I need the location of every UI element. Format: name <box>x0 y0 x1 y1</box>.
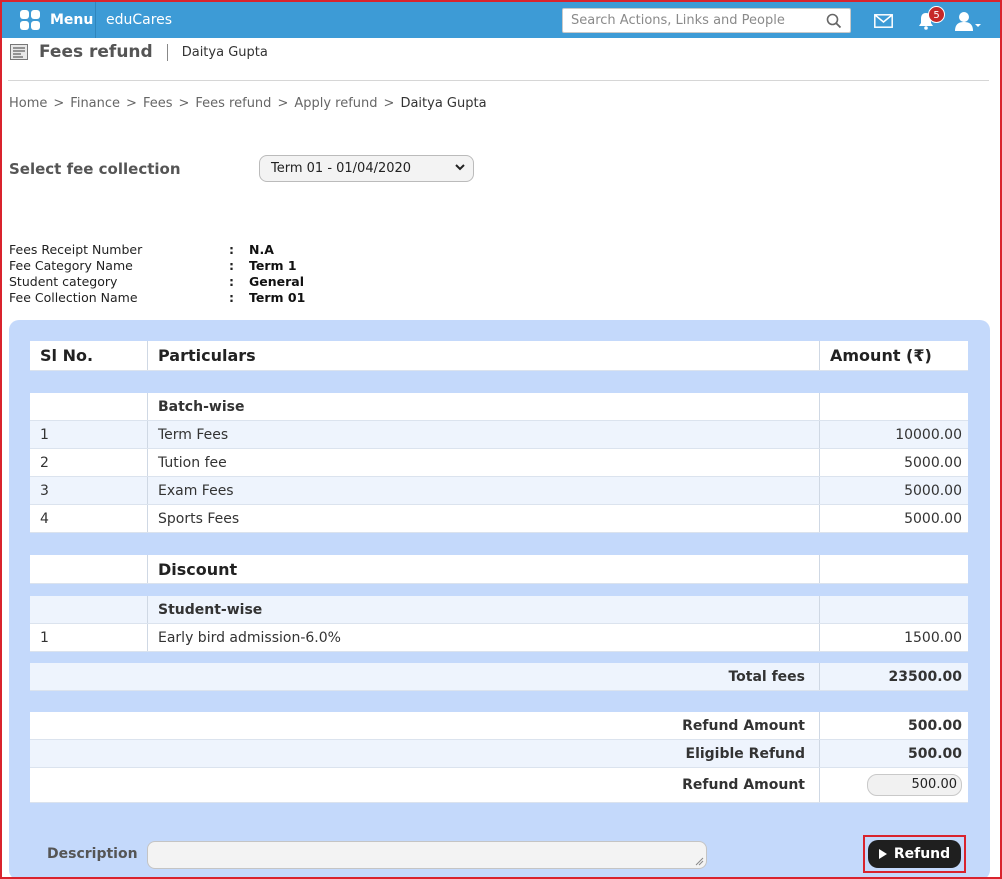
top-navigation-bar: Menu eduCares 5 <box>2 2 1000 38</box>
info-row: Fees Receipt Number: N.A <box>9 241 274 257</box>
breadcrumb: Home > Finance > Fees > Fees refund > Apply refu… <box>9 96 487 111</box>
search-input[interactable] <box>563 9 818 32</box>
page-subtitle: Daitya Gupta <box>181 44 268 60</box>
grid-menu-icon <box>20 10 40 30</box>
search-icon[interactable] <box>826 13 842 29</box>
breadcrumb-fees[interactable]: Fees <box>143 96 173 111</box>
col-header-particulars: Particulars <box>148 341 820 370</box>
row-sl-no: 1 <box>30 624 148 651</box>
breadcrumb-home[interactable]: Home <box>9 96 47 111</box>
fee-collection-select[interactable]: Term 01 - 01/04/2020 <box>259 155 474 182</box>
mail-icon[interactable] <box>874 14 893 28</box>
info-row: Fee Category Name: Term 1 <box>9 257 297 273</box>
menu-label: Menu <box>50 12 94 28</box>
page-title: Fees refund <box>39 42 153 62</box>
search-box[interactable] <box>562 8 851 33</box>
user-icon[interactable] <box>955 11 981 31</box>
refund-amount-label: Refund Amount <box>30 712 820 739</box>
table-header-row: Sl No. Particulars Amount (₹) <box>30 341 968 371</box>
info-label: Student category <box>9 273 118 289</box>
eligible-refund-value: 500.00 <box>907 745 962 762</box>
info-row: Fee Collection Name: Term 01 <box>9 289 306 305</box>
refund-input-row: Refund Amount 500.00 <box>30 768 968 803</box>
group-row-batch-wise: Batch-wise <box>30 393 968 421</box>
title-divider <box>166 43 168 61</box>
info-value: General <box>249 273 304 289</box>
row-amount: 5000.00 <box>904 510 962 527</box>
discount-title: Discount <box>148 555 820 583</box>
page-header: Fees refund Daitya Gupta <box>10 40 268 64</box>
breadcrumb-finance[interactable]: Finance <box>70 96 120 111</box>
breadcrumb-apply-refund[interactable]: Apply refund <box>294 96 377 111</box>
fee-collection-label: Select fee collection <box>9 160 181 178</box>
total-fees-value: 23500.00 <box>888 668 962 685</box>
info-value: N.A <box>249 241 274 257</box>
fees-table-panel: Sl No. Particulars Amount (₹) Batch-wise… <box>9 320 990 879</box>
eligible-refund-label: Eligible Refund <box>30 740 820 767</box>
refund-button-label: Refund <box>893 846 951 862</box>
total-fees-label: Total fees <box>30 663 820 690</box>
info-label: Fee Category Name <box>9 257 133 273</box>
fee-collection-selected-value: Term 01 - 01/04/2020 <box>271 161 412 176</box>
refund-button-highlight: Refund <box>863 835 966 873</box>
chevron-down-icon <box>455 164 465 171</box>
row-particular: Term Fees <box>148 421 820 448</box>
col-header-sl-no: Sl No. <box>30 341 148 370</box>
row-particular: Tution fee <box>148 449 820 476</box>
info-row: Student category: General <box>9 273 304 289</box>
row-amount: 10000.00 <box>895 426 962 443</box>
discount-header-row: Discount <box>30 555 968 584</box>
row-amount: 5000.00 <box>904 482 962 499</box>
menu-button[interactable]: Menu <box>10 2 96 38</box>
description-textarea[interactable] <box>147 841 707 869</box>
group-label: Student-wise <box>148 596 820 623</box>
refund-button[interactable]: Refund <box>868 840 961 868</box>
table-row: 1 Early bird admission-6.0% 1500.00 <box>30 624 968 652</box>
col-header-amount: Amount (₹) <box>830 346 932 365</box>
row-sl-no: 1 <box>30 421 148 448</box>
row-particular: Sports Fees <box>148 505 820 532</box>
refund-amount-input[interactable]: 500.00 <box>867 774 962 796</box>
row-amount: 1500.00 <box>904 629 962 646</box>
row-sl-no: 2 <box>30 449 148 476</box>
refund-amount-value: 500.00 <box>907 717 962 734</box>
refund-input-label: Refund Amount <box>30 768 820 802</box>
table-row: 2 Tution fee 5000.00 <box>30 449 968 477</box>
receipt-info: Fees Receipt Number: N.A Fee Category Nam… <box>9 241 305 305</box>
info-label: Fee Collection Name <box>9 289 138 305</box>
info-value: Term 01 <box>249 289 306 305</box>
brand-link[interactable]: eduCares <box>106 2 172 38</box>
row-amount: 5000.00 <box>904 454 962 471</box>
row-particular: Early bird admission-6.0% <box>148 624 820 651</box>
receipt-icon <box>10 44 28 60</box>
row-sl-no: 3 <box>30 477 148 504</box>
eligible-refund-row: Eligible Refund 500.00 <box>30 740 968 768</box>
notification-count-badge: 5 <box>928 6 945 23</box>
group-label: Batch-wise <box>148 393 820 420</box>
table-row: 1 Term Fees 10000.00 <box>30 421 968 449</box>
row-sl-no: 4 <box>30 505 148 532</box>
breadcrumb-current: Daitya Gupta <box>400 96 487 111</box>
resize-grip-icon[interactable] <box>695 857 704 866</box>
info-label: Fees Receipt Number <box>9 241 143 257</box>
description-label: Description <box>47 846 138 862</box>
total-fees-row: Total fees 23500.00 <box>30 663 968 691</box>
header-divider <box>8 80 989 81</box>
play-icon <box>878 849 887 859</box>
info-value: Term 1 <box>249 257 297 273</box>
refund-amount-row: Refund Amount 500.00 <box>30 712 968 740</box>
table-row: 4 Sports Fees 5000.00 <box>30 505 968 533</box>
row-particular: Exam Fees <box>148 477 820 504</box>
breadcrumb-fees-refund[interactable]: Fees refund <box>195 96 271 111</box>
group-row-student-wise: Student-wise <box>30 596 968 624</box>
table-row: 3 Exam Fees 5000.00 <box>30 477 968 505</box>
